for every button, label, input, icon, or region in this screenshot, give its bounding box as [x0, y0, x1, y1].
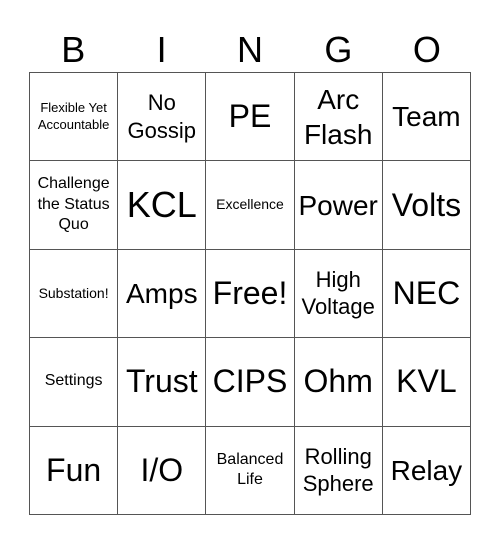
bingo-cell[interactable]: Rolling Sphere — [294, 426, 383, 515]
bingo-cell[interactable]: No Gossip — [118, 73, 207, 162]
bingo-cell[interactable]: CIPS — [206, 338, 295, 427]
header-letter-g: G — [324, 29, 353, 70]
bingo-cell[interactable]: Substation! — [30, 249, 119, 339]
bingo-cell[interactable]: I/O — [118, 426, 207, 515]
bingo-cell[interactable]: Settings — [30, 338, 119, 427]
bingo-cell[interactable]: KCL — [118, 161, 207, 250]
bingo-cell[interactable]: Balanced Life — [206, 426, 295, 515]
bingo-cell[interactable]: KVL — [382, 338, 471, 427]
bingo-grid: Flexible Yet Accountable No Gossip PE Ar… — [29, 72, 471, 515]
bingo-cell[interactable]: Volts — [382, 161, 471, 250]
bingo-cell[interactable]: Trust — [118, 338, 207, 427]
header-letter-b: B — [61, 29, 86, 70]
free-space-cell[interactable]: Free! — [206, 249, 295, 339]
bingo-cell[interactable]: Challenge the Status Quo — [30, 161, 119, 250]
bingo-cell[interactable]: Relay — [382, 426, 471, 515]
bingo-cell[interactable]: Ohm — [294, 338, 383, 427]
bingo-cell[interactable]: Excellence — [206, 161, 295, 250]
bingo-cell[interactable]: Arc Flash — [294, 73, 383, 162]
header-letter-i: I — [156, 29, 167, 70]
header-letter-o: O — [412, 29, 441, 70]
bingo-cell[interactable]: Fun — [30, 426, 119, 515]
bingo-cell[interactable]: Team — [382, 73, 471, 162]
bingo-header: B I N G O — [29, 28, 471, 72]
bingo-cell[interactable]: Amps — [118, 249, 207, 339]
bingo-cell[interactable]: High Voltage — [294, 249, 383, 339]
header-letter-n: N — [237, 29, 264, 70]
bingo-cell[interactable]: PE — [206, 73, 295, 162]
bingo-cell[interactable]: NEC — [382, 249, 471, 339]
bingo-cell[interactable]: Flexible Yet Accountable — [30, 73, 119, 162]
bingo-cell[interactable]: Power — [294, 161, 383, 250]
